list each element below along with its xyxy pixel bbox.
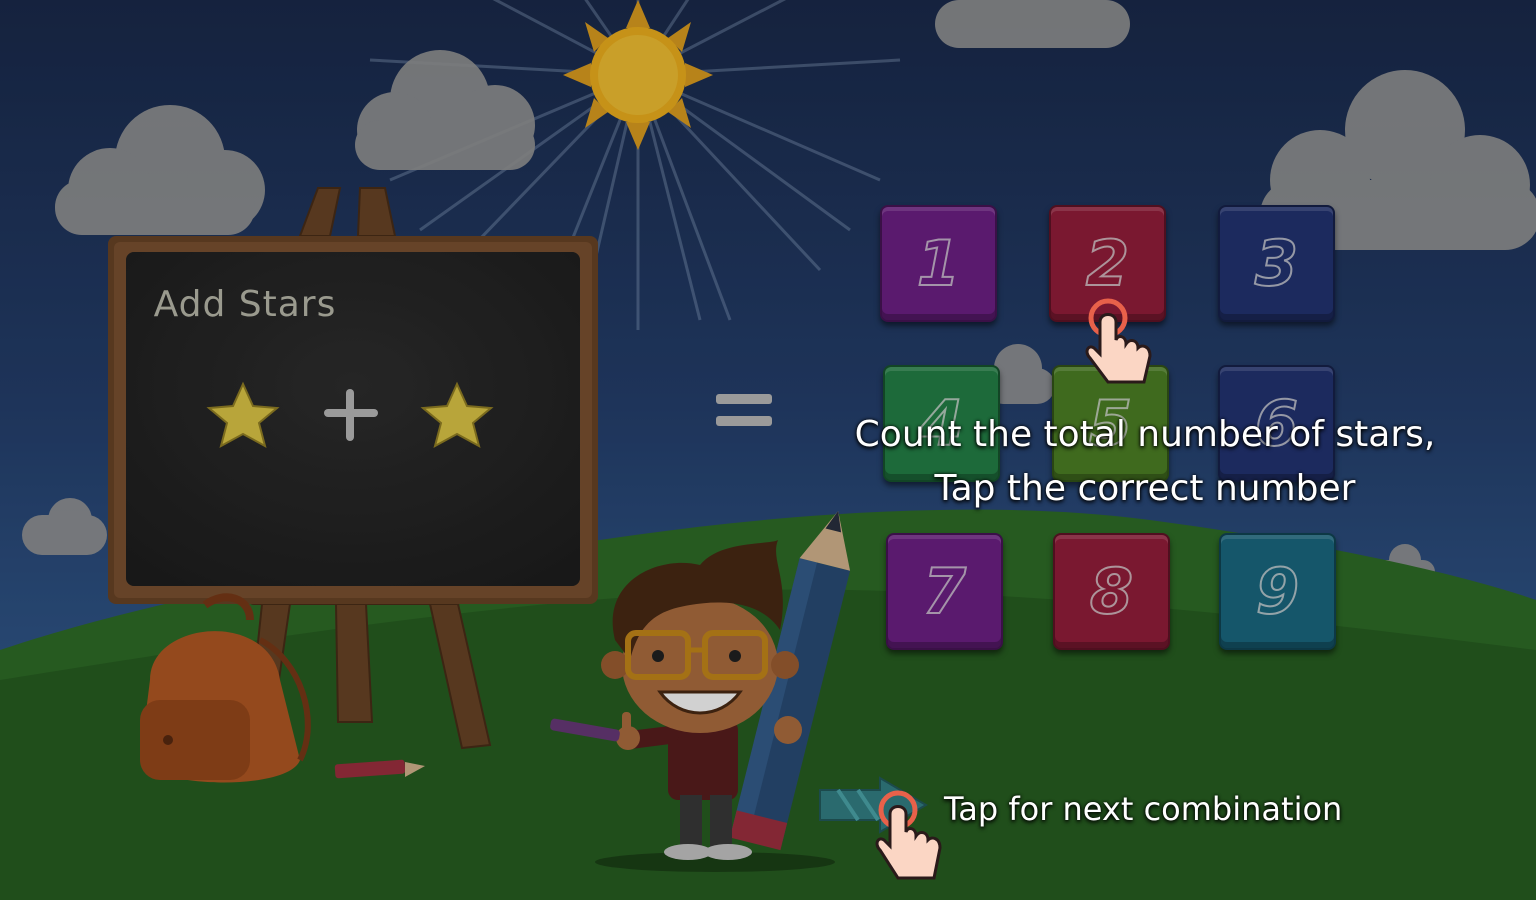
plus-icon <box>324 389 378 441</box>
number-label: 3 <box>1254 226 1299 301</box>
number-button-3[interactable]: 3 <box>1218 205 1335 322</box>
equals-icon <box>716 394 772 426</box>
pointer-hand-icon <box>875 790 942 880</box>
game-scene: Add Stars 1 2 3 4 5 6 7 8 9 Count the to… <box>0 0 1536 900</box>
number-button-9[interactable]: 9 <box>1219 533 1336 650</box>
tutorial-instruction: Count the total number of stars, Tap the… <box>800 408 1490 516</box>
instruction-line-2: Tap the correct number <box>934 468 1356 509</box>
number-label: 2 <box>1085 226 1130 301</box>
pointer-hand-icon <box>1085 298 1152 384</box>
star-icon <box>420 381 494 448</box>
instruction-line-1: Count the total number of stars, <box>854 414 1436 455</box>
number-label: 7 <box>922 554 967 629</box>
next-hint-label: Tap for next combination <box>944 790 1343 828</box>
number-label: 1 <box>916 226 961 301</box>
number-label: 8 <box>1089 554 1134 629</box>
star-icon <box>206 381 280 448</box>
number-button-8[interactable]: 8 <box>1053 533 1170 650</box>
number-button-7[interactable]: 7 <box>886 533 1003 650</box>
number-button-1[interactable]: 1 <box>880 205 997 322</box>
number-label: 9 <box>1255 554 1300 629</box>
